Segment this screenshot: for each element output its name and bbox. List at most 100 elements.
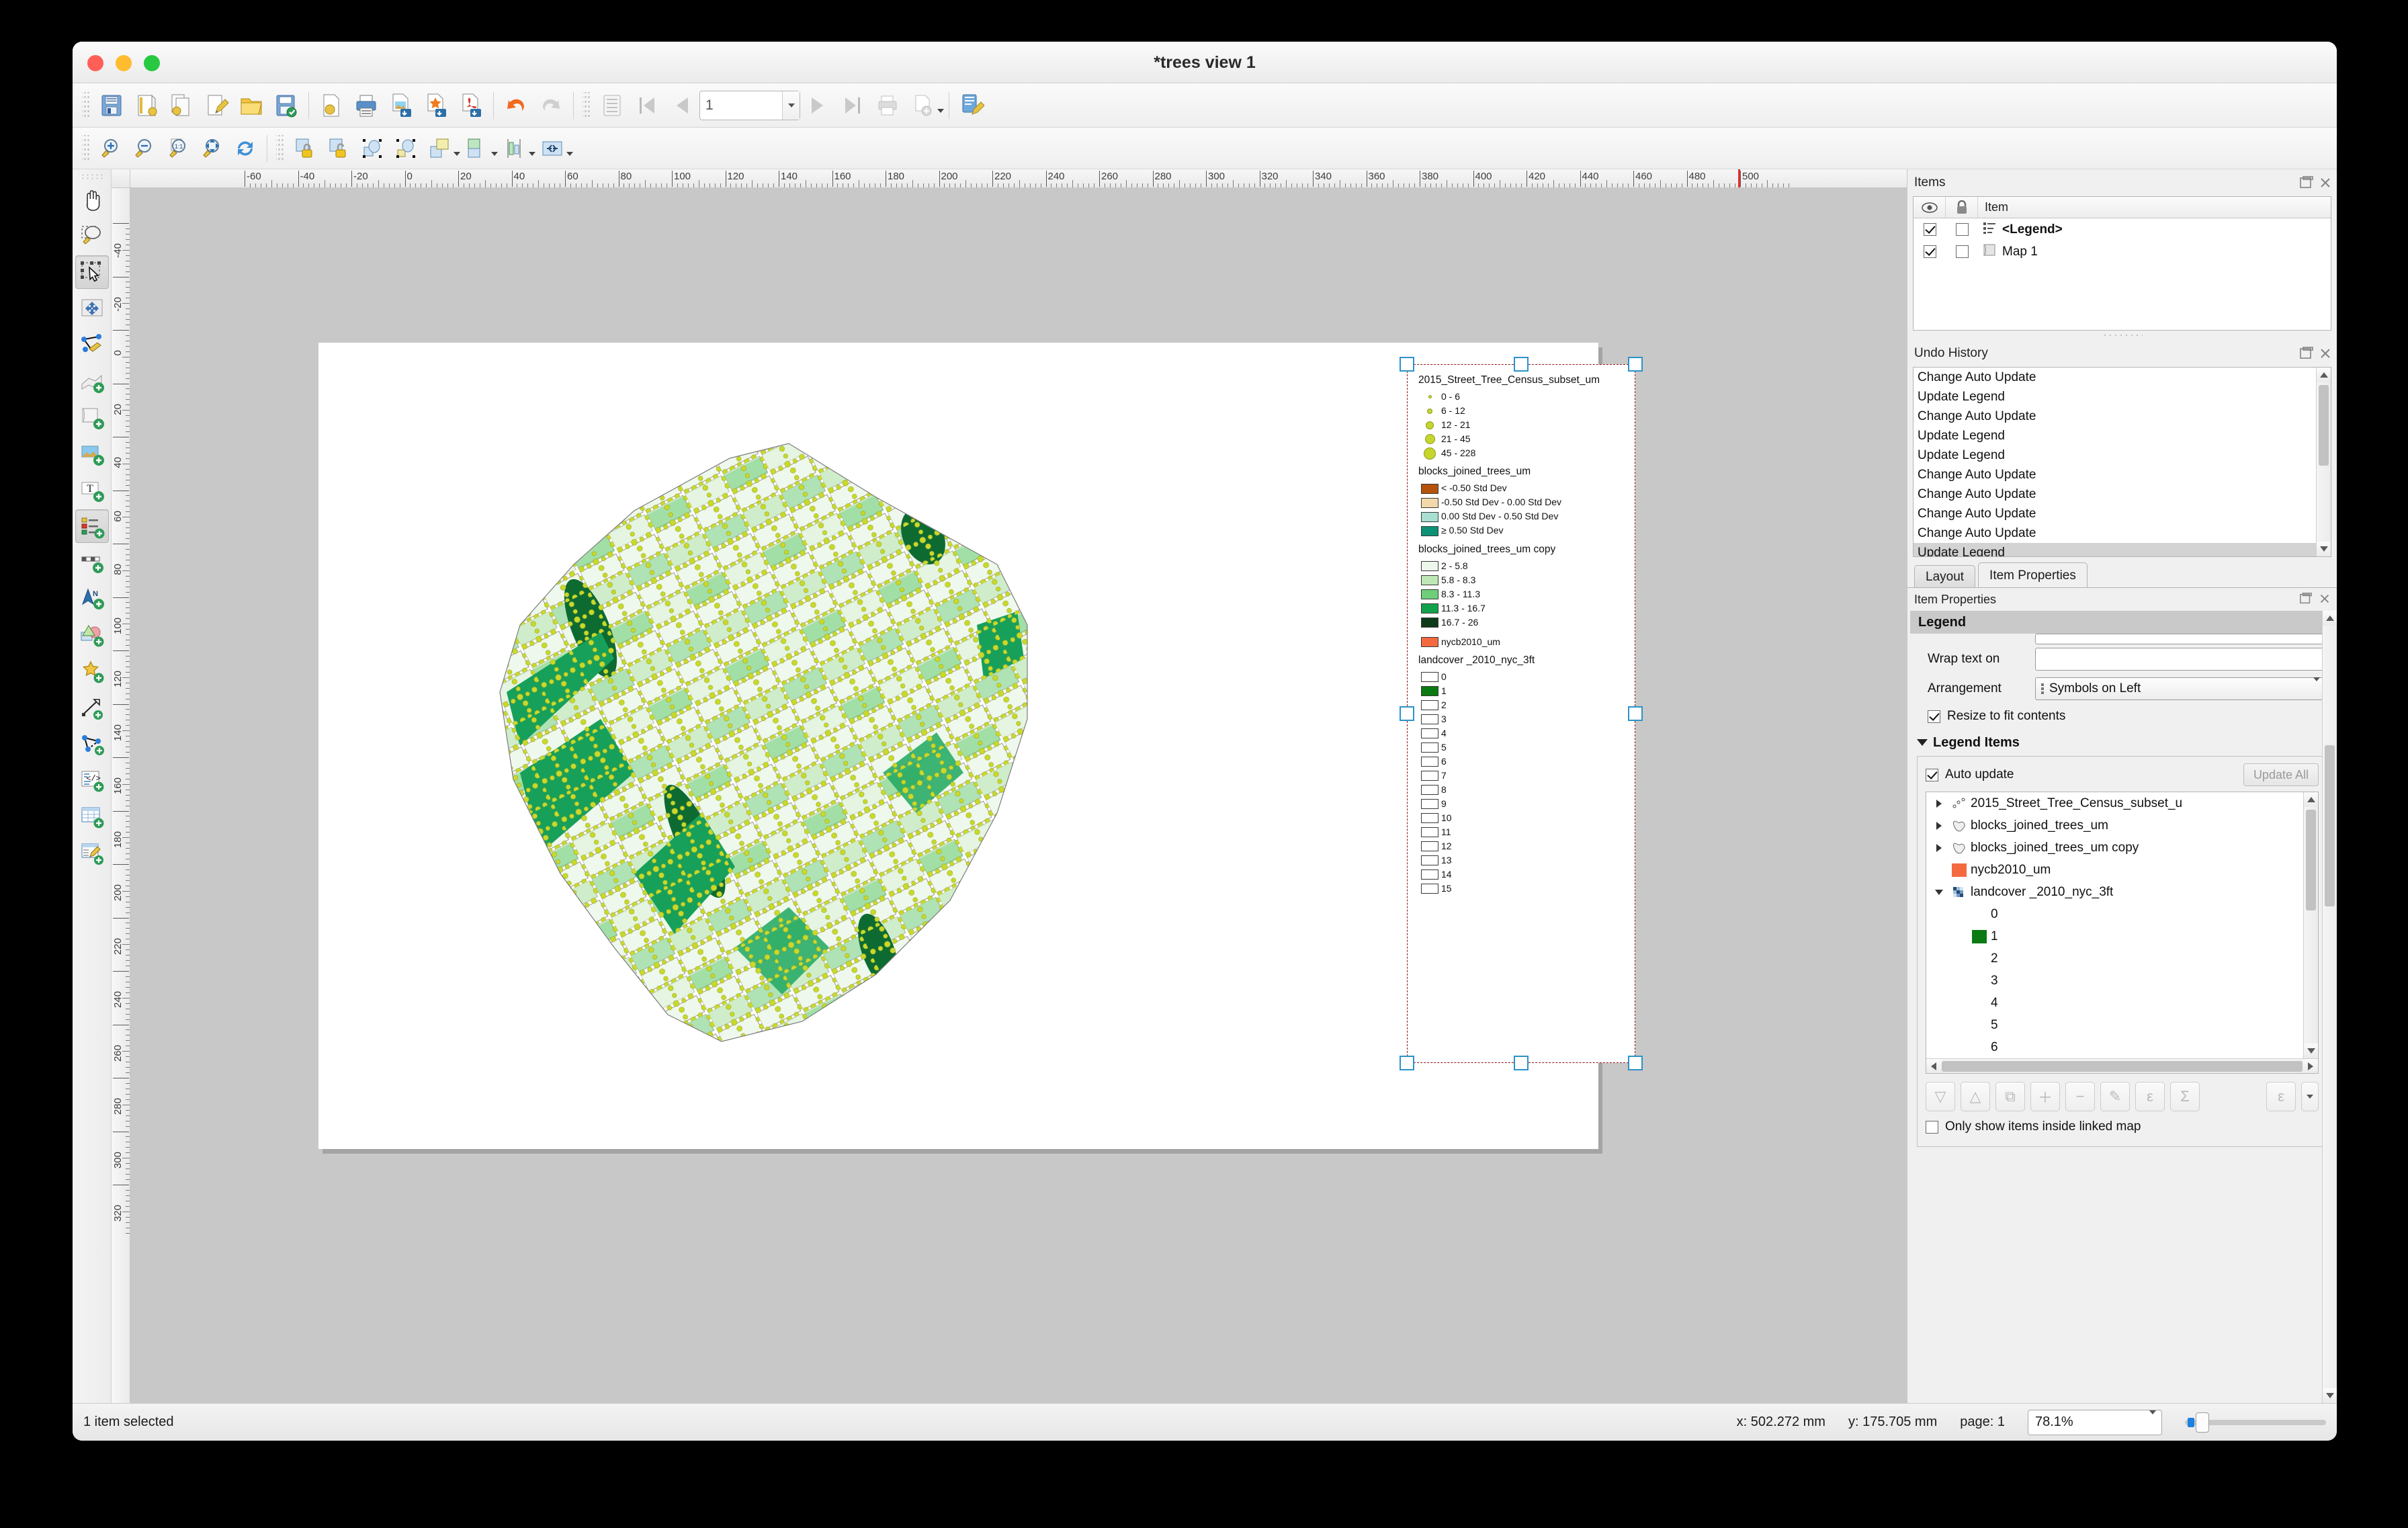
- zoom-100-icon[interactable]: 1:1: [161, 132, 195, 165]
- resize-handle-top-center[interactable]: [1514, 357, 1529, 372]
- undo-history-list[interactable]: Change Auto Update Update Legend Change Au…: [1913, 367, 2331, 557]
- undo-panel-float-icon[interactable]: [2299, 346, 2314, 361]
- item-properties-float-icon[interactable]: [2299, 592, 2314, 607]
- undo-panel-close-icon[interactable]: [2318, 346, 2333, 361]
- item-lock-cell[interactable]: [1946, 245, 1978, 258]
- items-panel-close-icon[interactable]: [2318, 175, 2333, 190]
- edit-nodes-tool[interactable]: [75, 328, 109, 362]
- item-name-cell[interactable]: <Legend>: [1978, 220, 2331, 239]
- left-toolbar-grip[interactable]: [80, 173, 103, 180]
- layout-properties-icon[interactable]: [954, 88, 989, 123]
- add-shape-tool[interactable]: [75, 618, 109, 652]
- move-down-button[interactable]: ▽: [1926, 1082, 1955, 1111]
- legend-tree-row[interactable]: 6: [1926, 1036, 2302, 1058]
- redo-icon[interactable]: [533, 88, 568, 123]
- sum-button[interactable]: Σ: [2170, 1082, 2200, 1111]
- undo-history-item[interactable]: Update Legend: [1914, 387, 2331, 407]
- atlas-last-icon[interactable]: [835, 88, 870, 123]
- add-arrow-tool[interactable]: [75, 691, 109, 724]
- group-items-icon[interactable]: [355, 132, 389, 165]
- add-marker-tool[interactable]: [75, 654, 109, 688]
- legend-tree-hscroll-thumb[interactable]: [1942, 1060, 2303, 1072]
- zoom-out-icon[interactable]: [128, 132, 161, 165]
- atlas-first-icon[interactable]: [630, 88, 664, 123]
- lock-checkbox[interactable]: [1955, 223, 1969, 236]
- update-all-button[interactable]: Update All: [2243, 763, 2319, 786]
- legend-tree-row[interactable]: 2: [1926, 947, 2302, 970]
- chevron-right-icon[interactable]: [1930, 843, 1948, 852]
- items-toolbar-grip[interactable]: [276, 134, 284, 162]
- items-panel-float-icon[interactable]: [2299, 175, 2314, 190]
- add-item-button[interactable]: ＋: [2030, 1082, 2060, 1111]
- undo-history-item[interactable]: Change Auto Update: [1914, 368, 2331, 387]
- atlas-prev-icon[interactable]: [664, 88, 699, 123]
- only-linked-map-checkbox[interactable]: [1926, 1120, 1938, 1134]
- atlas-next-icon[interactable]: [800, 88, 835, 123]
- add-manual-table-tool[interactable]: [75, 836, 109, 869]
- zoom-level-select[interactable]: 78.1%: [2028, 1409, 2162, 1435]
- legend-tree-row[interactable]: 2015_Street_Tree_Census_subset_u: [1926, 792, 2302, 814]
- zoom-slider[interactable]: [2185, 1410, 2326, 1435]
- atlas-settings-icon[interactable]: [595, 88, 630, 123]
- add-scalebar-tool[interactable]: [75, 546, 109, 579]
- auto-update-checkbox[interactable]: [1926, 768, 1938, 781]
- properties-scroll-thumb[interactable]: [2325, 745, 2335, 906]
- toolbar-grip[interactable]: [82, 91, 90, 119]
- panel-splitter[interactable]: [1907, 331, 2337, 340]
- unlock-items-icon[interactable]: [322, 132, 355, 165]
- move-up-button[interactable]: △: [1961, 1082, 1990, 1111]
- visibility-checkbox[interactable]: [1923, 245, 1936, 258]
- export-image-icon[interactable]: [384, 88, 419, 123]
- resize-to-fit-checkbox[interactable]: [1928, 710, 1940, 723]
- resize-handle-bottom-left[interactable]: [1400, 1056, 1414, 1070]
- resize-handle-top-right[interactable]: [1628, 357, 1643, 372]
- visibility-checkbox[interactable]: [1923, 223, 1936, 236]
- add-group-button[interactable]: ⧉: [1995, 1082, 2025, 1111]
- undo-icon[interactable]: [499, 88, 533, 123]
- legend-tree-row[interactable]: blocks_joined_trees_um copy: [1926, 837, 2302, 859]
- nav-toolbar-grip[interactable]: [82, 134, 90, 162]
- legend-tree-row[interactable]: nycb2010_um: [1926, 859, 2302, 881]
- legend-items-section-toggle[interactable]: Legend Items: [1907, 729, 2337, 756]
- resize-handle-bottom-center[interactable]: [1514, 1056, 1529, 1070]
- refresh-view-icon[interactable]: [228, 132, 262, 165]
- legend-tree-vscroll-thumb[interactable]: [2306, 810, 2316, 910]
- items-tree-row[interactable]: <Legend>: [1914, 218, 2331, 241]
- pan-layout-tool[interactable]: [75, 183, 109, 216]
- legend-tree-scroll-down-icon[interactable]: [2304, 1044, 2318, 1058]
- new-layout-icon[interactable]: [129, 88, 164, 123]
- legend-tree-scroll-up-icon[interactable]: [2304, 792, 2318, 807]
- item-visibility-cell[interactable]: [1914, 223, 1946, 236]
- undo-scroll-down-icon[interactable]: [2317, 542, 2331, 556]
- undo-history-item[interactable]: Change Auto Update: [1914, 484, 2331, 504]
- distribute-dropdown-icon[interactable]: [566, 151, 573, 156]
- atlas-export-icon[interactable]: [905, 88, 940, 123]
- add-legend-tool[interactable]: [75, 509, 109, 543]
- items-tree-row[interactable]: Map 1: [1914, 241, 2331, 263]
- legend-tree-row[interactable]: landcover _2010_nyc_3ft: [1926, 881, 2302, 903]
- atlas-toolbar-grip[interactable]: [583, 91, 591, 119]
- ungroup-items-icon[interactable]: [389, 132, 423, 165]
- undo-scrollbar[interactable]: [2316, 368, 2331, 556]
- properties-scroll-down-icon[interactable]: [2323, 1388, 2337, 1403]
- wrap-text-input[interactable]: [2035, 648, 2327, 671]
- legend-tree-scroll-right-icon[interactable]: [2303, 1058, 2318, 1073]
- legend-tree-row[interactable]: 4: [1926, 992, 2302, 1014]
- item-name-cell[interactable]: Map 1: [1978, 243, 2331, 261]
- add-label-tool[interactable]: T: [75, 473, 109, 507]
- undo-history-item[interactable]: Update Legend: [1914, 543, 2331, 556]
- save-project-icon[interactable]: [94, 88, 129, 123]
- undo-history-item[interactable]: Update Legend: [1914, 445, 2331, 465]
- layout-canvas[interactable]: 2015_Street_Tree_Census_subset_um 0 - 6 6 …: [130, 188, 1907, 1403]
- zoom-slider-knob[interactable]: [2196, 1412, 2209, 1433]
- tab-item-properties[interactable]: Item Properties: [1978, 562, 2088, 588]
- undo-scroll-up-icon[interactable]: [2317, 368, 2331, 382]
- chevron-right-icon[interactable]: [1930, 821, 1948, 830]
- tab-layout[interactable]: Layout: [1914, 565, 1976, 588]
- legend-tree-row[interactable]: 5: [1926, 1014, 2302, 1036]
- undo-history-item[interactable]: Update Legend: [1914, 426, 2331, 445]
- add-map-tool[interactable]: [75, 364, 109, 398]
- arrangement-select[interactable]: Symbols on Left: [2035, 677, 2327, 700]
- add-picture-tool[interactable]: [75, 400, 109, 434]
- legend-tree-vscrollbar[interactable]: [2303, 792, 2318, 1058]
